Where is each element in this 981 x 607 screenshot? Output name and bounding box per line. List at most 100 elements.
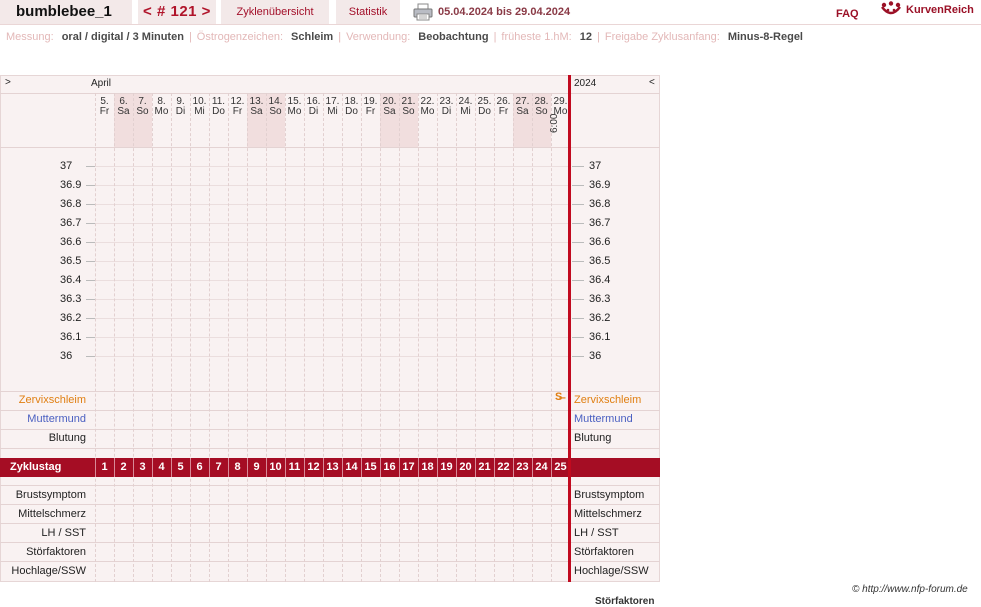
temperature-tick-right: [572, 223, 584, 224]
copyright[interactable]: © http://www.nfp-forum.de: [852, 584, 968, 595]
tab-cycle-overview[interactable]: Zyklenübersicht: [221, 0, 329, 24]
row-label-right-muttermund: Muttermund: [574, 413, 633, 425]
temperature-tick-right: [572, 299, 584, 300]
row-label-blutung: Blutung: [48, 432, 86, 444]
cycle-day-label: Zyklustag: [10, 461, 62, 473]
cycle-day-number[interactable]: 2: [114, 461, 133, 473]
row-divider: [0, 561, 660, 562]
cycle-day-number[interactable]: 18: [418, 461, 437, 473]
weekday: Sa: [250, 106, 263, 117]
row-label-right-lh-sst: LH / SST: [574, 527, 619, 539]
temperature-tick: [86, 356, 95, 357]
weekday: Do: [212, 106, 225, 117]
weekday: Mi: [460, 106, 471, 117]
weekday: Do: [345, 106, 358, 117]
temperature-label-right: 37: [589, 160, 602, 172]
temperature-label-right: 36: [589, 350, 602, 362]
temperature-gridline: [95, 337, 569, 338]
temperature-label-right: 36.5: [589, 255, 611, 267]
temperature-label-right: 36.4: [589, 274, 611, 286]
cycle-day-number[interactable]: 16: [380, 461, 399, 473]
temperature-gridline: [95, 356, 569, 357]
chart-nav-previous[interactable]: >: [5, 77, 11, 88]
row-label-right-mittelschmerz: Mittelschmerz: [574, 508, 642, 520]
weekday: Di: [308, 106, 319, 117]
temperature-tick: [86, 185, 95, 186]
row-divider: [0, 485, 660, 486]
temperature-tick-right: [572, 356, 584, 357]
day-gridline: [247, 93, 248, 582]
user-tab[interactable]: bumblebee_1: [0, 0, 132, 24]
row-label-right-brustsymptom: Brustsymptom: [574, 489, 645, 501]
weekday: Sa: [516, 106, 529, 117]
weekday: Di: [441, 106, 452, 117]
separator: |: [188, 31, 192, 43]
temperature-label-right: 36.3: [589, 293, 611, 305]
tab-statistics[interactable]: Statistik: [336, 0, 400, 24]
cycle-day-number[interactable]: 12: [304, 461, 323, 473]
cycle-day-number[interactable]: 10: [266, 461, 285, 473]
chart-background: [0, 75, 660, 582]
cycle-day-number[interactable]: 1: [95, 461, 114, 473]
cycle-day-number[interactable]: 11: [285, 461, 304, 473]
printer-icon[interactable]: [413, 3, 433, 21]
temperature-gridline: [95, 261, 569, 262]
day-gridline: [342, 93, 343, 582]
day-gridline: [323, 93, 324, 582]
cycle-day-number[interactable]: 19: [437, 461, 456, 473]
cycle-navigator[interactable]: < # 121 >: [138, 0, 216, 24]
cycle-day-number[interactable]: 4: [152, 461, 171, 473]
cycle-day-number[interactable]: 9: [247, 461, 266, 473]
temperature-tick-right: [572, 204, 584, 205]
temperature-gridline: [95, 299, 569, 300]
temperature-label-right: 36.9: [589, 179, 611, 191]
cycle-day-number[interactable]: 3: [133, 461, 152, 473]
temperature-tick: [86, 204, 95, 205]
kurvenreich-logo-icon[interactable]: [880, 1, 902, 21]
cycle-day-number[interactable]: 22: [494, 461, 513, 473]
cycle-day-number[interactable]: 17: [399, 461, 418, 473]
row-divider: [0, 93, 660, 94]
cycle-chart: > April 2024 < 5. Fr 6. Sa 7. So 8. Mo 9. Di 10. Mi…: [0, 75, 660, 582]
row-label-muttermund: Muttermund: [27, 413, 86, 425]
weekday: Mo: [287, 106, 302, 117]
weekday: Mi: [194, 106, 205, 117]
cycle-day-number[interactable]: 13: [323, 461, 342, 473]
day-gridline: [456, 93, 457, 582]
faq-link[interactable]: FAQ: [836, 2, 859, 26]
weekday: Mo: [420, 106, 435, 117]
brand-name[interactable]: KurvenReich: [906, 0, 974, 22]
weekday: So: [269, 106, 282, 117]
cycle-day-number[interactable]: 24: [532, 461, 551, 473]
cervix-mucus-marker[interactable]: S̶: [555, 391, 562, 403]
temperature-gridline: [95, 318, 569, 319]
weekday: Di: [175, 106, 186, 117]
cycle-day-number[interactable]: 21: [475, 461, 494, 473]
cycle-day-number[interactable]: 23: [513, 461, 532, 473]
cycle-day-number[interactable]: 15: [361, 461, 380, 473]
day-gridline: [304, 93, 305, 582]
measure-value: oral / digital / 3 Minuten: [61, 31, 184, 43]
cycle-day-number[interactable]: 6: [190, 461, 209, 473]
cycle-day-number[interactable]: 5: [171, 461, 190, 473]
temperature-tick: [86, 261, 95, 262]
cycle-day-number[interactable]: 20: [456, 461, 475, 473]
cycle-day-number[interactable]: 7: [209, 461, 228, 473]
temperature-tick-right: [572, 185, 584, 186]
day-gridline: [418, 93, 419, 582]
cycle-info-line: Messung: oral / digital / 3 Minuten | Östro…: [6, 30, 803, 44]
weekday: Mo: [154, 106, 169, 117]
separator: |: [597, 31, 600, 43]
weekday: Sa: [383, 106, 396, 117]
chart-nav-next[interactable]: <: [649, 77, 655, 88]
cycle-day-number[interactable]: 14: [342, 461, 361, 473]
temperature-tick: [86, 223, 95, 224]
temperature-gridline: [95, 185, 569, 186]
day-gridline: [228, 93, 229, 582]
separator: |: [338, 31, 342, 43]
row-label-lh-sst: LH / SST: [41, 527, 86, 539]
day-gridline: [95, 93, 96, 582]
weekday: Fr: [365, 106, 376, 117]
cycle-day-number[interactable]: 8: [228, 461, 247, 473]
row-divider: [0, 542, 660, 543]
